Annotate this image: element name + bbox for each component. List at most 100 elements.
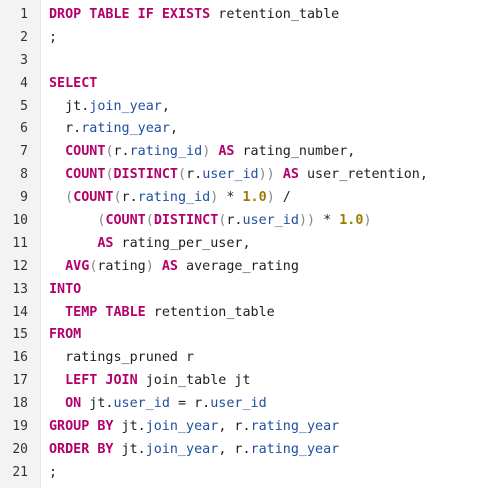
code-line[interactable]: 10 (COUNT(DISTINCT(r.user_id)) * 1.0) [0,210,491,233]
code-line[interactable]: 7 COUNT(r.rating_id) AS rating_number, [0,141,491,164]
code-token: rating_id [129,144,203,160]
code-token: rating_year [81,121,170,137]
code-token: , [169,121,178,137]
code-token: user_id [113,396,170,412]
code-line[interactable]: 19 GROUP BY jt.join_year, r.rating_year [0,416,491,439]
line-text: DROP TABLE IF EXISTS retention_table [49,4,339,27]
code-token: user_retention, [298,167,428,183]
code-token: 1.0 [242,190,267,206]
code-token: AS [282,167,299,183]
line-number: 14 [12,304,28,320]
line-text: INTO [49,279,81,302]
line-text: AS rating_per_user, [49,233,250,256]
code-line[interactable]: 13 INTO [0,279,491,302]
code-token: SELECT [49,75,98,91]
code-line[interactable]: 5 jt.join_year, [0,96,491,119]
code-token: join_year [89,98,162,114]
line-text: ratings_pruned r [49,347,194,370]
code-editor[interactable]: 1 DROP TABLE IF EXISTS retention_table 2; 3… [0,0,491,488]
code-line[interactable]: 12 AVG(rating) AS average_rating [0,256,491,279]
code-token: ( [145,213,154,229]
line-text: ; [49,27,57,50]
code-area[interactable]: 1 DROP TABLE IF EXISTS retention_table 2; 3… [0,4,491,485]
code-line[interactable]: 11 AS rating_per_user, [0,233,491,256]
code-token: DROP TABLE IF EXISTS [49,7,211,22]
line-text: GROUP BY jt.join_year, r.rating_year [49,416,339,439]
line-number: 20 [12,441,28,457]
code-line[interactable]: 2; [0,27,491,50]
code-line[interactable]: 6 r.rating_year, [0,118,491,141]
line-text: (COUNT(DISTINCT(r.user_id)) * 1.0) [49,210,371,233]
code-line[interactable]: 3 [0,50,491,73]
line-number: 12 [12,258,28,274]
code-token: ; [49,29,58,45]
code-line[interactable]: 1 DROP TABLE IF EXISTS retention_table [0,4,491,27]
line-number: 21 [12,464,28,480]
code-token: ORDER BY [49,441,114,457]
code-token: user_id [210,396,267,412]
code-token: ( [178,167,187,183]
line-text: COUNT(r.rating_id) AS rating_number, [49,141,355,164]
code-token: ( [105,144,114,160]
line-number: 4 [20,75,28,91]
code-line[interactable]: 15 FROM [0,324,491,347]
code-token: ( [105,167,114,183]
line-number: 17 [12,373,28,389]
code-line[interactable]: 16 ratings_pruned r [0,347,491,370]
code-token: )) [298,213,316,229]
line-text: r.rating_year, [49,118,178,141]
code-line[interactable]: 4 SELECT [0,73,491,96]
code-line[interactable]: 14 TEMP TABLE retention_table [0,302,491,325]
code-token: join_year [145,441,219,457]
code-token: jt. [113,419,146,435]
code-token: average_rating [178,258,299,274]
code-line[interactable]: 9 (COUNT(r.rating_id) * 1.0) / [0,187,491,210]
code-token: FROM [49,327,82,343]
code-token: AS [218,144,235,160]
code-line[interactable]: 20 ORDER BY jt.join_year, r.rating_year [0,439,491,462]
code-token: retention_table [210,7,340,22]
code-token: LEFT JOIN [65,373,138,389]
line-number: 18 [12,396,28,412]
code-token: , r. [218,419,251,435]
code-token: ; [49,464,58,480]
code-line[interactable]: 18 ON jt.user_id = r.user_id [0,393,491,416]
line-text: jt.join_year, [49,96,170,119]
code-token: COUNT [65,144,106,160]
line-text: COUNT(DISTINCT(r.user_id)) AS user_reten… [49,164,428,187]
code-token: / [274,190,291,206]
line-number: 11 [12,235,28,251]
code-token: DISTINCT [153,213,219,229]
code-token: rating_year [250,419,340,435]
code-token: user_id [202,167,259,183]
line-number: 10 [12,213,28,229]
line-number: 7 [20,144,28,160]
code-token: COUNT [65,167,106,183]
code-token: join_year [145,419,219,435]
code-token: AVG [65,258,90,274]
line-number: 16 [12,350,28,366]
code-line[interactable]: 21; [0,462,491,485]
line-number: 8 [20,167,28,183]
code-line[interactable]: 17 LEFT JOIN join_table jt [0,370,491,393]
code-line[interactable]: 8 COUNT(DISTINCT(r.user_id)) AS user_ret… [0,164,491,187]
code-token: join_table jt [137,373,251,389]
code-token: INTO [49,281,82,297]
code-token: rating_id [137,190,211,206]
line-number: 19 [12,419,28,435]
code-token: r. [226,213,243,229]
line-text: LEFT JOIN join_table jt [49,370,251,393]
code-token: ratings_pruned r [49,350,195,366]
code-token: AS [97,235,114,251]
line-text: ON jt.user_id = r.user_id [49,393,267,416]
line-text: TEMP TABLE retention_table [49,302,275,325]
